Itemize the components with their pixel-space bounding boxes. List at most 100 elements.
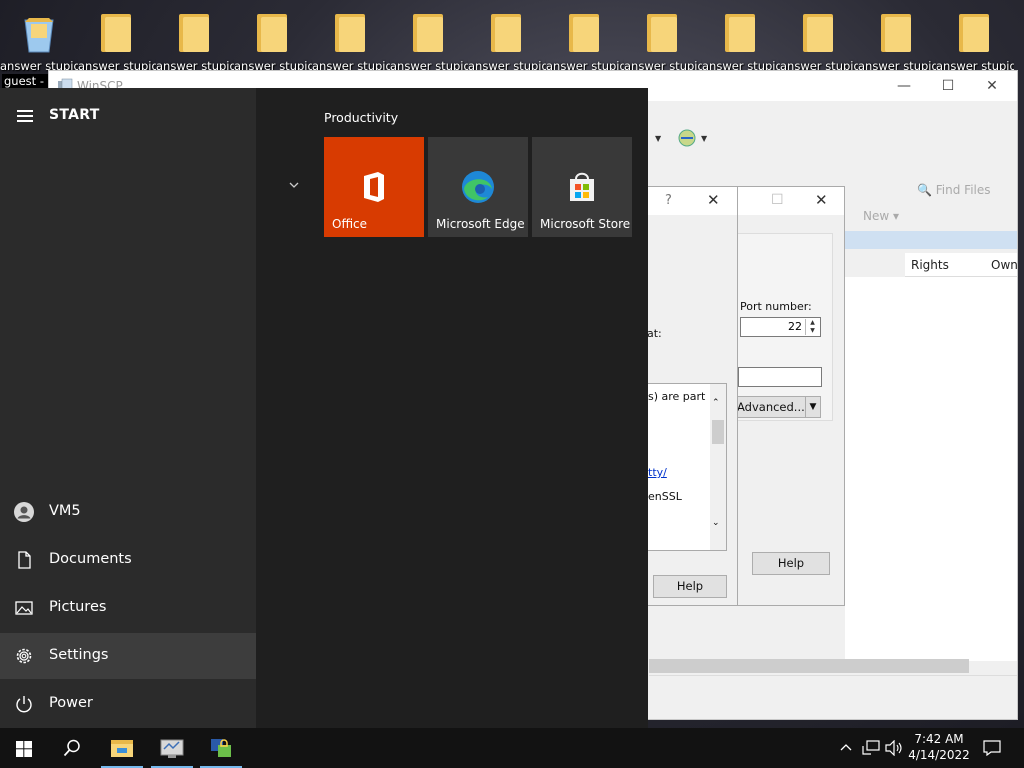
folder-icon	[179, 14, 209, 52]
user-avatar-icon	[14, 502, 34, 522]
scroll-thumb[interactable]	[712, 420, 724, 444]
minimize-button[interactable]: —	[881, 75, 927, 97]
dropdown-arrow-icon[interactable]: ▼	[701, 134, 707, 143]
office-icon	[364, 172, 384, 202]
tile-label: Microsoft Store	[540, 217, 631, 231]
advanced-button[interactable]: Advanced... ▼	[733, 396, 821, 418]
help-button[interactable]: Help	[752, 552, 830, 575]
chevron-up-icon	[840, 744, 852, 751]
column-header-rights[interactable]: Rights	[905, 253, 985, 277]
about-at-label: at:	[647, 327, 662, 340]
start-user[interactable]: VM5	[0, 489, 256, 535]
action-center-button[interactable]	[980, 728, 1004, 768]
new-button[interactable]: New ▾	[863, 209, 899, 223]
tile-label: Office	[332, 217, 368, 231]
start-rail: START VM5 Documents Pictures Settings Po…	[0, 88, 256, 728]
speaker-icon	[885, 740, 902, 756]
folder-icon	[647, 14, 677, 52]
license-link[interactable]: tty/	[648, 466, 667, 479]
maximize-button[interactable]: ☐	[771, 192, 784, 208]
sync-icon[interactable]	[677, 128, 697, 148]
pictures-icon	[15, 601, 33, 615]
winscp-icon	[211, 739, 231, 757]
license-text: enSSL	[648, 490, 682, 503]
port-stepper[interactable]: ▲ ▼	[805, 319, 819, 335]
folder-icon	[335, 14, 365, 52]
document-icon	[18, 551, 31, 569]
status-bar	[649, 675, 1017, 719]
folder-icon	[569, 14, 599, 52]
close-button[interactable]: ✕	[707, 191, 720, 209]
start-title: START	[49, 107, 100, 123]
desktop-folder[interactable]: answer stupid	[624, 8, 702, 78]
folder-icon	[803, 14, 833, 52]
search-button[interactable]	[48, 728, 96, 768]
user-name-input[interactable]	[738, 367, 822, 387]
column-header-owner[interactable]: Own	[985, 253, 1018, 277]
desktop-folder[interactable]: answer stupid	[546, 8, 624, 78]
desktop-folder[interactable]: answer stupid	[468, 8, 546, 78]
desktop-folder[interactable]: answer stupid	[858, 8, 936, 78]
folder-icon	[101, 14, 131, 52]
scroll-up-icon[interactable]: ⌃	[712, 398, 720, 408]
tile-label: Microsoft Edge	[436, 217, 525, 231]
start-item-settings[interactable]: Settings	[0, 633, 256, 679]
start-button[interactable]	[0, 728, 48, 768]
network-tray-icon[interactable]	[860, 728, 882, 768]
start-item-documents[interactable]: Documents	[0, 537, 256, 583]
desktop-icon-recycle[interactable]: answer stupid	[0, 8, 78, 78]
scroll-down-icon[interactable]: ⌄	[712, 518, 720, 528]
folder-icon	[959, 14, 989, 52]
taskbar-app-monitor[interactable]	[148, 728, 196, 768]
port-number-label: Port number:	[740, 300, 812, 313]
network-icon	[862, 740, 880, 755]
desktop-folder[interactable]: answer stupid	[702, 8, 780, 78]
tile-group-title[interactable]: Productivity	[324, 110, 398, 125]
help-button[interactable]: Help	[653, 575, 727, 598]
taskbar: 7:42 AM 4/14/2022	[0, 728, 1024, 768]
start-header[interactable]: START	[0, 98, 256, 134]
start-item-power[interactable]: Power	[0, 681, 256, 727]
port-number-input[interactable]: 22 ▲ ▼	[740, 317, 821, 337]
desktop-folder[interactable]: answer stupid	[936, 8, 1014, 78]
license-text: s) are part	[648, 390, 706, 403]
volume-tray-icon[interactable]	[884, 728, 906, 768]
gear-icon	[16, 648, 32, 664]
tray-overflow-button[interactable]	[838, 728, 854, 768]
desktop-folder[interactable]: answer stupid	[312, 8, 390, 78]
vertical-scrollbar[interactable]: ⌃ ⌄	[710, 384, 726, 550]
folder-icon	[413, 14, 443, 52]
desktop-folder[interactable]: answer stupid	[234, 8, 312, 78]
hamburger-icon[interactable]	[17, 110, 33, 122]
desktop-folder[interactable]: answer stupid	[390, 8, 468, 78]
search-icon	[63, 739, 80, 757]
chevron-down-icon[interactable]: ▼	[805, 397, 820, 417]
close-button[interactable]: ✕	[815, 191, 828, 209]
taskbar-clock[interactable]: 7:42 AM 4/14/2022	[906, 731, 972, 763]
close-button[interactable]: ✕	[969, 75, 1015, 97]
horizontal-scrollbar[interactable]	[649, 659, 969, 673]
help-symbol[interactable]: ?	[665, 193, 672, 208]
dropdown-arrow-icon[interactable]: ▼	[655, 134, 661, 143]
license-textbox[interactable]: s) are part tty/ enSSL ⌃ ⌄	[647, 383, 727, 551]
chevron-down-icon[interactable]	[288, 180, 300, 190]
power-icon	[16, 696, 32, 713]
clock-date: 4/14/2022	[908, 748, 970, 762]
start-menu: START VM5 Documents Pictures Settings Po…	[0, 88, 648, 728]
tile-office[interactable]: Office	[324, 137, 424, 237]
tile-microsoft-edge[interactable]: Microsoft Edge	[428, 137, 528, 237]
desktop-folder[interactable]: answer stupid	[780, 8, 858, 78]
desktop-folder[interactable]: answer stupid	[156, 8, 234, 78]
remote-file-pane[interactable]	[845, 277, 1017, 661]
clock-time: 7:42 AM	[914, 732, 964, 746]
desktop-folder[interactable]: answer stupid	[78, 8, 156, 78]
folder-icon	[491, 14, 521, 52]
maximize-button[interactable]: ☐	[925, 75, 971, 97]
taskbar-winscp[interactable]	[197, 728, 245, 768]
find-files-button[interactable]: 🔍 Find Files	[917, 183, 991, 197]
path-bar	[845, 231, 1017, 249]
taskbar-file-explorer[interactable]	[98, 728, 146, 768]
tile-microsoft-store[interactable]: Microsoft Store	[532, 137, 632, 237]
start-item-pictures[interactable]: Pictures	[0, 585, 256, 631]
folder-icon	[725, 14, 755, 52]
